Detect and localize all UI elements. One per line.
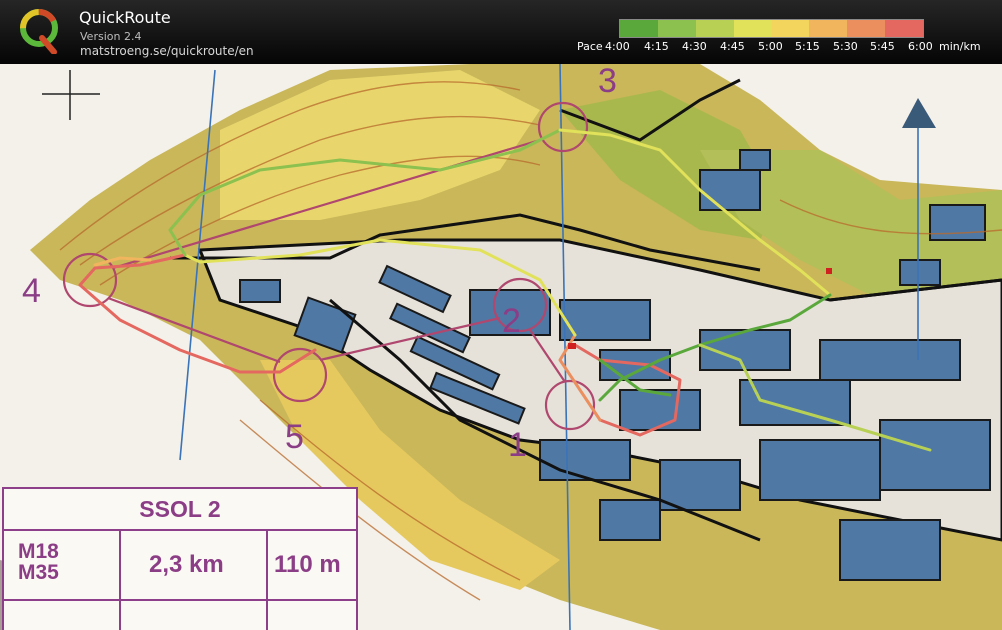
header-bar: QuickRoute Version 2.4 matstroeng.se/qui… — [0, 0, 1002, 64]
table-divider — [266, 529, 268, 630]
course-classes: M18 M35 — [18, 540, 59, 584]
pace-scale-labels: Pace 4:00 4:15 4:30 4:45 5:00 5:15 5:30 … — [575, 40, 995, 56]
quickroute-app: QuickRoute Version 2.4 matstroeng.se/qui… — [0, 0, 1002, 630]
app-title: QuickRoute — [79, 8, 171, 27]
pace-color-swatch — [847, 20, 886, 37]
pace-color-swatch — [771, 20, 810, 37]
pace-color-swatch — [657, 20, 696, 37]
pace-color-scale — [619, 19, 924, 38]
course-climb: 110 m — [274, 551, 341, 578]
pace-color-swatch — [695, 20, 734, 37]
course-name: SSOL 2 — [139, 496, 221, 522]
pace-label: 5:15 — [795, 40, 820, 53]
quickroute-logo-icon — [20, 9, 58, 54]
pace-label: 6:00 — [908, 40, 933, 53]
pace-label: 4:45 — [720, 40, 745, 53]
control-number-2: 2 — [502, 302, 521, 340]
pace-color-swatch — [809, 20, 848, 37]
course-length: 2,3 km — [149, 551, 224, 578]
pace-label: 5:30 — [833, 40, 858, 53]
app-url[interactable]: matstroeng.se/quickroute/en — [80, 44, 254, 58]
pace-unit: min/km — [939, 40, 981, 53]
control-number-4: 4 — [22, 272, 41, 310]
pace-label: 4:30 — [682, 40, 707, 53]
pace-color-swatch — [885, 20, 923, 37]
pace-prefix: Pace — [577, 40, 603, 53]
pace-label: 4:00 — [605, 40, 630, 53]
pace-color-swatch — [620, 20, 658, 37]
table-divider — [119, 529, 121, 630]
pace-label: 5:45 — [870, 40, 895, 53]
course-info-table: SSOL 2 M18 M35 2,3 km 110 m — [2, 487, 358, 630]
control-number-3: 3 — [598, 64, 617, 100]
pace-label: 5:00 — [758, 40, 783, 53]
pace-label: 4:15 — [644, 40, 669, 53]
app-version: Version 2.4 — [80, 30, 142, 43]
control-number-1: 1 — [508, 426, 527, 464]
pace-color-swatch — [733, 20, 772, 37]
control-number-5: 5 — [285, 418, 304, 456]
table-divider — [4, 529, 356, 531]
table-divider — [4, 599, 356, 601]
orienteering-map[interactable]: 3 2 4 5 1 SSOL 2 M18 M35 2,3 km 110 m — [0, 64, 1002, 630]
